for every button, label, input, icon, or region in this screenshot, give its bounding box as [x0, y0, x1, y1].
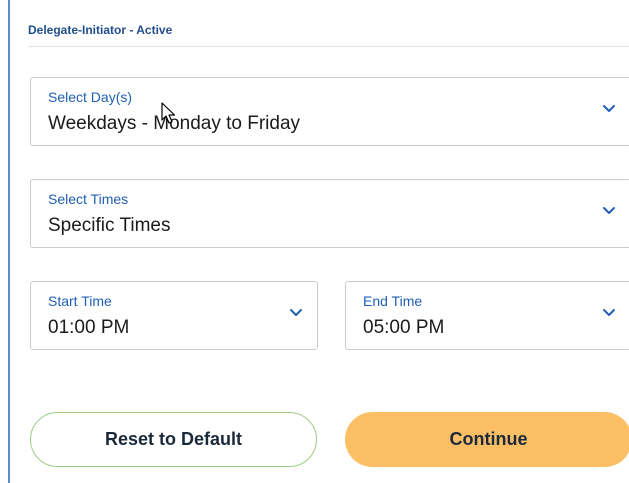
start-time-value: 01:00 PM	[48, 317, 130, 338]
select-times-dropdown[interactable]: Select Times Specific Times	[30, 179, 629, 248]
panel-title: Delegate-Initiator - Active	[28, 23, 173, 37]
select-days-dropdown[interactable]: Select Day(s) Weekdays - Monday to Frida…	[30, 77, 629, 146]
delegate-panel: Delegate-Initiator - Active Select Day(s…	[8, 0, 629, 483]
end-time-value: 05:00 PM	[363, 317, 445, 338]
end-time-dropdown[interactable]: End Time 05:00 PM	[345, 281, 629, 350]
header-divider	[28, 46, 629, 47]
start-time-dropdown[interactable]: Start Time 01:00 PM	[30, 281, 318, 350]
start-time-label: Start Time	[48, 293, 112, 309]
reset-to-default-button[interactable]: Reset to Default	[30, 412, 317, 467]
end-time-label: End Time	[363, 293, 423, 309]
chevron-down-icon	[603, 105, 615, 112]
continue-button[interactable]: Continue	[345, 412, 629, 467]
chevron-down-icon	[603, 207, 615, 214]
select-times-label: Select Times	[48, 191, 129, 207]
select-times-value: Specific Times	[48, 215, 171, 236]
select-days-label: Select Day(s)	[48, 89, 133, 105]
chevron-down-icon	[603, 309, 615, 316]
chevron-down-icon	[290, 309, 302, 316]
select-days-value: Weekdays - Monday to Friday	[48, 113, 301, 134]
